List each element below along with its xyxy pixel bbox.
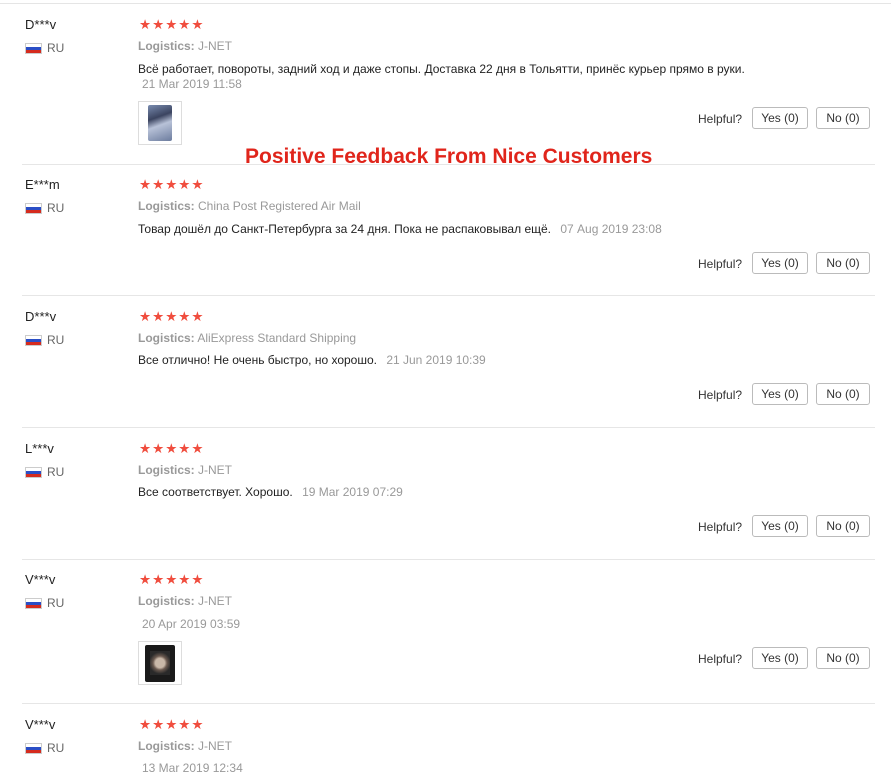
reviewer-name: V***v: [25, 717, 56, 732]
logistics-value: J-NET: [198, 463, 233, 477]
reviewer-country: RU: [25, 741, 64, 755]
review-date: 21 Jun 2019 10:39: [386, 353, 486, 367]
review-date: 19 Mar 2019 07:29: [302, 485, 403, 499]
russia-flag-icon: [25, 202, 42, 214]
logistics-line: Logistics: J-NET: [138, 594, 232, 608]
logistics-label: Logistics:: [138, 594, 195, 608]
star-rating: ★★★★★: [139, 17, 205, 32]
reviewer-country: RU: [25, 333, 64, 347]
promo-overlay-title: Positive Feedback From Nice Customers: [245, 145, 653, 168]
review-date: 21 Mar 2019 11:58: [142, 77, 242, 91]
helpful-yes-button[interactable]: Yes (0): [752, 107, 808, 129]
reviewer-name: E***m: [25, 177, 60, 192]
logistics-line: Logistics: China Post Registered Air Mai…: [138, 199, 361, 213]
logistics-label: Logistics:: [138, 199, 195, 213]
reviewer-name: D***v: [25, 309, 57, 324]
country-code: RU: [47, 596, 65, 610]
reviewer-name: L***v: [25, 441, 54, 456]
logistics-value: AliExpress Standard Shipping: [197, 331, 357, 345]
star-rating: ★★★★★: [139, 717, 205, 732]
reviewer-name: V***v: [25, 572, 56, 587]
helpful-no-button[interactable]: No (0): [816, 647, 870, 669]
review-photo-thumbnail[interactable]: [138, 101, 182, 145]
reviewer-country: RU: [25, 596, 64, 610]
review-divider: [22, 295, 875, 296]
russia-flag-icon: [25, 597, 42, 609]
helpful-label: Helpful?: [698, 520, 743, 534]
review-text: Все отлично! Не очень быстро, но хорошо.: [138, 353, 377, 367]
russia-flag-icon: [25, 334, 42, 346]
helpful-yes-button[interactable]: Yes (0): [752, 647, 808, 669]
helpful-yes-button[interactable]: Yes (0): [752, 383, 808, 405]
top-divider: [0, 3, 891, 4]
russia-flag-icon: [25, 742, 42, 754]
russia-flag-icon: [25, 466, 42, 478]
review-divider: [22, 703, 875, 704]
logistics-line: Logistics: J-NET: [138, 39, 232, 53]
review-text-line: Все отлично! Не очень быстро, но хорошо.…: [138, 353, 486, 367]
helpful-no-button[interactable]: No (0): [816, 107, 870, 129]
reviewer-country: RU: [25, 465, 64, 479]
review-text-line: Товар дошёл до Санкт-Петербурга за 24 дн…: [138, 222, 662, 236]
review-photo-thumbnail[interactable]: [138, 641, 182, 685]
helpful-label: Helpful?: [698, 257, 743, 271]
helpful-no-button[interactable]: No (0): [816, 383, 870, 405]
country-code: RU: [47, 465, 65, 479]
helpful-label: Helpful?: [698, 112, 743, 126]
logistics-label: Logistics:: [138, 463, 195, 477]
product-photo: [148, 105, 172, 141]
reviewer-country: RU: [25, 201, 64, 215]
helpful-no-button[interactable]: No (0): [816, 252, 870, 274]
logistics-value: China Post Registered Air Mail: [198, 199, 361, 213]
logistics-value: J-NET: [198, 739, 233, 753]
logistics-value: J-NET: [198, 594, 233, 608]
logistics-line: Logistics: J-NET: [138, 463, 232, 477]
review-date: 20 Apr 2019 03:59: [142, 617, 241, 631]
review-text: Товар дошёл до Санкт-Петербурга за 24 дн…: [138, 222, 551, 236]
review-text-line: Все соответствует. Хорошо. 19 Mar 2019 0…: [138, 485, 403, 499]
helpful-label: Helpful?: [698, 388, 743, 402]
review-date: 13 Mar 2019 12:34: [142, 761, 243, 775]
review-date: 07 Aug 2019 23:08: [560, 222, 662, 236]
russia-flag-icon: [25, 42, 42, 54]
helpful-label: Helpful?: [698, 652, 743, 666]
country-code: RU: [47, 741, 65, 755]
reviewer-country: RU: [25, 41, 64, 55]
reviewer-name: D***v: [25, 17, 57, 32]
logistics-label: Logistics:: [138, 331, 195, 345]
logistics-label: Logistics:: [138, 739, 195, 753]
country-code: RU: [47, 201, 65, 215]
star-rating: ★★★★★: [139, 441, 205, 456]
star-rating: ★★★★★: [139, 177, 205, 192]
review-text: Все соответствует. Хорошо.: [138, 485, 293, 499]
logistics-label: Logistics:: [138, 39, 195, 53]
country-code: RU: [47, 333, 65, 347]
review-divider: [22, 559, 875, 560]
logistics-value: J-NET: [198, 39, 233, 53]
logistics-line: Logistics: J-NET: [138, 739, 232, 753]
review-divider: [22, 427, 875, 428]
logistics-line: Logistics: AliExpress Standard Shipping: [138, 331, 356, 345]
star-rating: ★★★★★: [139, 309, 205, 324]
helpful-yes-button[interactable]: Yes (0): [752, 252, 808, 274]
review-text: Всё работает, повороты, задний ход и даж…: [138, 62, 745, 76]
country-code: RU: [47, 41, 65, 55]
helpful-no-button[interactable]: No (0): [816, 515, 870, 537]
product-photo: [145, 645, 175, 682]
star-rating: ★★★★★: [139, 572, 205, 587]
helpful-yes-button[interactable]: Yes (0): [752, 515, 808, 537]
